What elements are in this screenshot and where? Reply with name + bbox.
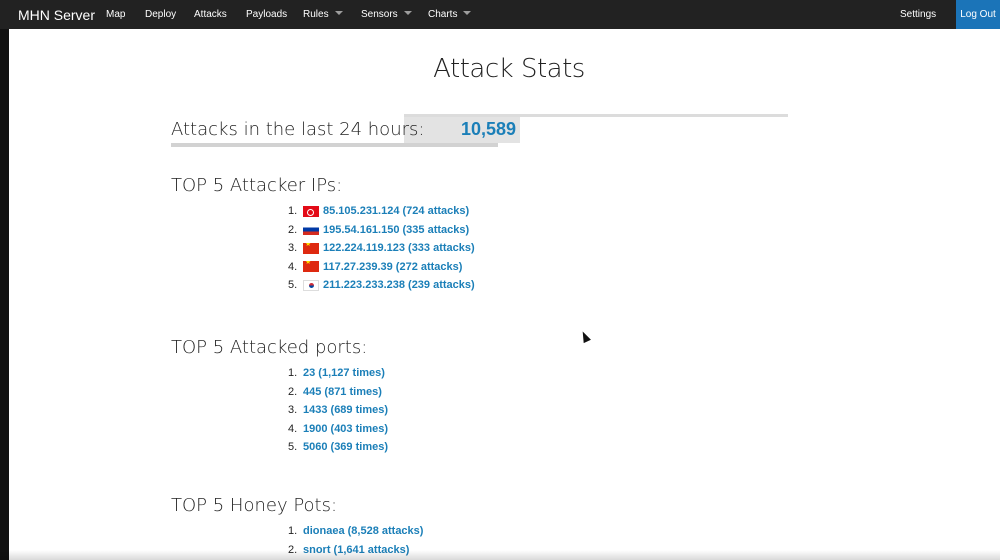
south-korea-flag-icon — [303, 279, 319, 291]
nav-item-label: Payloads — [246, 9, 288, 20]
caret-down-icon — [403, 11, 412, 15]
attacks-24h-count[interactable]: 10,589 — [461, 119, 516, 140]
nav-item-label: Attacks — [194, 9, 227, 20]
mouse-cursor-icon — [579, 329, 591, 344]
port-link[interactable]: 5060 (369 times) — [303, 441, 388, 453]
settings-link[interactable]: Settings — [900, 0, 956, 29]
rank-number: 2. — [288, 223, 298, 236]
list-item: 1. 23 (1,127 times) — [288, 364, 388, 383]
top-ports-list: 1. 23 (1,127 times) 2. 445 (871 times) 3… — [288, 364, 388, 457]
attacker-ip-link[interactable]: 117.27.239.39 (272 attacks) — [323, 261, 462, 273]
list-item: 5. 5060 (369 times) — [288, 438, 388, 457]
port-link[interactable]: 23 (1,127 times) — [303, 367, 385, 379]
rank-number: 5. — [288, 279, 298, 292]
top-ips-list: 1. 85.105.231.124 (724 attacks) 2. 195.5… — [288, 202, 475, 295]
turkey-flag-icon — [303, 205, 319, 217]
logout-button[interactable]: Log Out — [956, 0, 1000, 29]
attacks-24h-label: Attacks in the last 24 hours: — [171, 119, 425, 140]
list-item: 5. 211.223.233.238 (239 attacks) — [288, 276, 475, 295]
page-title: Attack Stats — [433, 54, 585, 84]
nav-item-map[interactable]: Map — [106, 0, 145, 29]
nav-right: Settings Log Out — [900, 0, 1000, 29]
nav-item-payloads[interactable]: Payloads — [246, 0, 303, 29]
nav-item-label: Deploy — [145, 9, 177, 20]
top-ips-heading: TOP 5 Attacker IPs: — [171, 175, 343, 196]
list-item: 1. 85.105.231.124 (724 attacks) — [288, 202, 475, 221]
top-navbar: MHN Server Map Deploy Attacks Payloads R… — [0, 0, 1000, 29]
port-link[interactable]: 445 (871 times) — [303, 386, 382, 398]
attacker-ip-link[interactable]: 122.224.119.123 (333 attacks) — [323, 242, 475, 254]
list-item: 4. 117.27.239.39 (272 attacks) — [288, 258, 475, 277]
port-link[interactable]: 1433 (689 times) — [303, 404, 388, 416]
caret-down-icon — [463, 11, 472, 15]
rank-number: 1. — [288, 525, 298, 538]
list-item: 1. dionaea (8,528 attacks) — [288, 522, 423, 541]
honeypot-link[interactable]: dionaea (8,528 attacks) — [303, 525, 423, 537]
nav-item-label: Map — [106, 9, 126, 20]
nav-item-charts[interactable]: Charts — [428, 0, 488, 29]
nav-menu: Map Deploy Attacks Payloads Rules Sensor… — [106, 0, 488, 29]
divider — [171, 143, 498, 147]
caret-down-icon — [334, 11, 343, 15]
russia-flag-icon — [303, 224, 319, 236]
china-flag-icon — [303, 242, 319, 254]
rank-number: 1. — [288, 367, 298, 380]
brand-link[interactable]: MHN Server — [0, 7, 106, 23]
nav-item-label: Charts — [428, 9, 458, 20]
top-honeypots-heading: TOP 5 Honey Pots: — [171, 495, 338, 516]
attacker-ip-link[interactable]: 195.54.161.150 (335 attacks) — [323, 224, 469, 236]
nav-item-deploy[interactable]: Deploy — [145, 0, 194, 29]
nav-item-label: Rules — [303, 9, 329, 20]
rank-number: 3. — [288, 404, 298, 417]
rank-number: 4. — [288, 260, 298, 273]
nav-item-rules[interactable]: Rules — [303, 0, 361, 29]
nav-item-label: Sensors — [361, 9, 398, 20]
list-item: 3. 1433 (689 times) — [288, 401, 388, 420]
port-link[interactable]: 1900 (403 times) — [303, 423, 388, 435]
attacker-ip-link[interactable]: 85.105.231.124 (724 attacks) — [323, 205, 469, 217]
nav-item-sensors[interactable]: Sensors — [361, 0, 428, 29]
list-item: 2. 445 (871 times) — [288, 383, 388, 402]
rank-number: 5. — [288, 441, 298, 454]
attacker-ip-link[interactable]: 211.223.233.238 (239 attacks) — [323, 279, 475, 291]
rank-number: 3. — [288, 242, 298, 255]
window-left-edge — [0, 0, 9, 560]
top-ports-heading: TOP 5 Attacked ports: — [171, 337, 368, 358]
rank-number: 4. — [288, 422, 298, 435]
china-flag-icon — [303, 261, 319, 273]
rank-number: 1. — [288, 205, 298, 218]
list-item: 4. 1900 (403 times) — [288, 420, 388, 439]
rank-number: 2. — [288, 385, 298, 398]
list-item: 2. 195.54.161.150 (335 attacks) — [288, 221, 475, 240]
list-item: 3. 122.224.119.123 (333 attacks) — [288, 239, 475, 258]
bottom-shadow — [0, 550, 1000, 560]
nav-item-attacks[interactable]: Attacks — [194, 0, 246, 29]
